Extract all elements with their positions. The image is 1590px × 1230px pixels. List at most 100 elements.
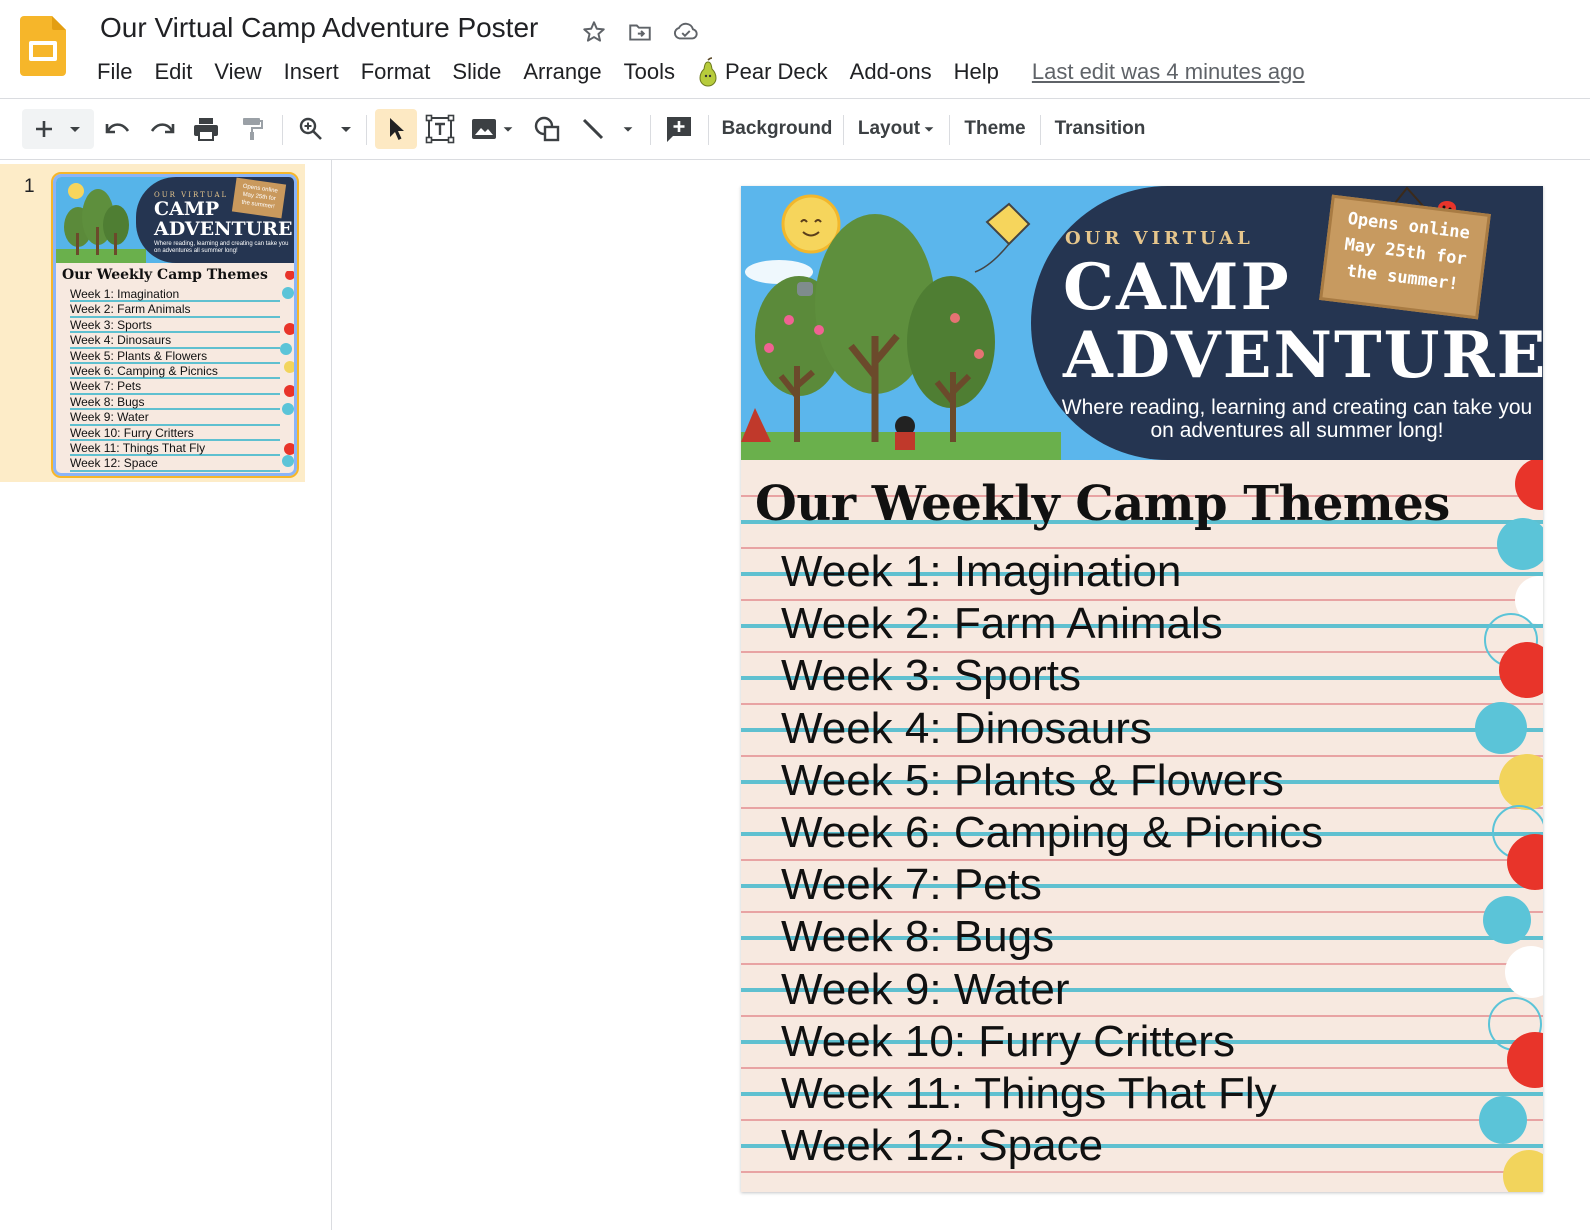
banner-title-small: OUR VIRTUAL xyxy=(1065,228,1254,249)
toolbar-separator xyxy=(1040,115,1041,145)
redo-icon xyxy=(150,123,175,134)
thumb-week-item: Week 7: Pets xyxy=(70,379,280,395)
week-item: Week 9: Water xyxy=(781,964,1070,1014)
zoom-icon xyxy=(299,117,322,140)
menu-file[interactable]: File xyxy=(86,59,143,85)
toolbar-separator xyxy=(843,115,844,145)
thumb-week-list: Week 1: Imagination Week 2: Farm Animals… xyxy=(70,287,280,472)
shape-button[interactable] xyxy=(528,109,566,149)
menu-edit[interactable]: Edit xyxy=(143,59,203,85)
plus-icon xyxy=(36,121,52,137)
week-item: Week 7: Pets xyxy=(781,860,1042,910)
week-item: Week 4: Dinosaurs xyxy=(781,703,1152,753)
menu-format[interactable]: Format xyxy=(350,59,442,85)
opens-online-sign: Opens online May 25th for the summer! xyxy=(1319,194,1491,320)
camp-trees-illustration xyxy=(741,194,1061,460)
slide[interactable]: OUR VIRTUAL CAMP ADVENTURE Where reading… xyxy=(741,186,1543,1192)
theme-button[interactable]: Theme xyxy=(958,109,1032,149)
select-tool-button[interactable] xyxy=(375,109,417,149)
menu-pear-deck[interactable]: Pear Deck xyxy=(686,57,839,87)
line-button[interactable] xyxy=(574,109,640,149)
menu-slide[interactable]: Slide xyxy=(441,59,512,85)
layout-button[interactable]: Layout xyxy=(854,109,940,149)
week-item: Week 5: Plants & Flowers xyxy=(781,755,1284,805)
star-icon[interactable] xyxy=(578,16,610,48)
cursor-icon xyxy=(390,118,404,140)
slides-logo-icon[interactable] xyxy=(20,16,66,76)
thumb-heading: Our Weekly Camp Themes xyxy=(62,267,268,283)
paint-format-button[interactable] xyxy=(234,109,270,149)
week-item: Week 1: Imagination xyxy=(781,547,1182,596)
background-label: Background xyxy=(721,118,833,139)
week-item: Week 10: Furry Critters xyxy=(781,1016,1235,1066)
line-icon xyxy=(582,118,604,140)
title-icons xyxy=(578,16,702,48)
thumb-week-item: Week 4: Dinosaurs xyxy=(70,333,280,349)
menu-help[interactable]: Help xyxy=(943,59,1010,85)
week-item: Week 6: Camping & Picnics xyxy=(781,807,1324,857)
menu-add-ons[interactable]: Add-ons xyxy=(839,59,943,85)
move-folder-icon[interactable] xyxy=(624,16,656,48)
document-title[interactable]: Our Virtual Camp Adventure Poster xyxy=(100,12,538,44)
menu-insert[interactable]: Insert xyxy=(273,59,350,85)
thumb-week-item: Week 12: Space xyxy=(70,456,280,472)
thumb-title-line2: ADVENTURE xyxy=(154,218,293,240)
add-comment-icon xyxy=(667,117,691,142)
slides-app: Our Virtual Camp Adventure Poster File E… xyxy=(0,0,1590,1230)
banner: OUR VIRTUAL CAMP ADVENTURE Where reading… xyxy=(741,186,1543,460)
header: Our Virtual Camp Adventure Poster File E… xyxy=(0,0,1590,98)
add-comment-button[interactable] xyxy=(660,109,698,149)
new-slide-button[interactable] xyxy=(22,109,94,149)
chevron-down-icon xyxy=(341,127,351,132)
pear-icon xyxy=(699,57,717,87)
week-item: Week 11: Things That Fly xyxy=(781,1068,1277,1118)
menu-tools[interactable]: Tools xyxy=(613,59,686,85)
background-button[interactable]: Background xyxy=(720,109,834,149)
thumb-week-item: Week 11: Things That Fly xyxy=(70,441,280,457)
thumb-week-item: Week 3: Sports xyxy=(70,318,280,334)
toolbar-separator xyxy=(366,115,367,145)
thumb-dots-decoration xyxy=(280,271,294,467)
menu-arrange[interactable]: Arrange xyxy=(512,59,612,85)
theme-label: Theme xyxy=(964,118,1026,139)
week-item: Week 8: Bugs xyxy=(781,912,1055,962)
thumb-sign: Opens online May 25th for the summer! xyxy=(231,177,287,219)
banner-tagline: Where reading, learning and creating can… xyxy=(1061,396,1533,442)
undo-button[interactable] xyxy=(100,109,136,149)
redo-button[interactable] xyxy=(144,109,180,149)
toolbar-separator xyxy=(708,115,709,145)
chevron-down-icon xyxy=(503,127,513,132)
slide-thumbnail[interactable]: OUR VIRTUAL CAMP ADVENTURE Opens online … xyxy=(51,172,299,478)
chevron-down-icon xyxy=(70,127,80,132)
slide-thumbnail-selected[interactable]: 1 OUR VIRTUAL CAMP ADVENTURE Opens onlin… xyxy=(0,164,305,482)
week-list: Week 1: Imagination Week 2: Farm Animals… xyxy=(781,546,1323,1172)
filmstrip: 1 OUR VIRTUAL CAMP ADVENTURE Opens onlin… xyxy=(0,160,332,1230)
banner-title-line1: CAMP xyxy=(1063,250,1291,325)
last-edit-link[interactable]: Last edit was 4 minutes ago xyxy=(1032,59,1305,85)
menubar: File Edit View Insert Format Slide Arran… xyxy=(86,54,1305,90)
week-item: Week 2: Farm Animals xyxy=(781,599,1223,649)
thumb-week-item: Week 10: Furry Critters xyxy=(70,426,280,441)
thumb-week-item: Week 6: Camping & Picnics xyxy=(70,364,280,380)
slide-number: 1 xyxy=(24,176,35,197)
thumb-week-item: Week 2: Farm Animals xyxy=(70,302,280,318)
menu-view[interactable]: View xyxy=(203,59,272,85)
chevron-down-icon xyxy=(924,127,934,132)
thumb-tagline: Where reading, learning and creating can… xyxy=(154,241,289,254)
transition-label: Transition xyxy=(1054,118,1146,139)
print-icon xyxy=(194,118,218,141)
transition-button[interactable]: Transition xyxy=(1050,109,1150,149)
thumb-week-item: Week 8: Bugs xyxy=(70,395,280,411)
zoom-button[interactable] xyxy=(294,109,358,149)
insert-image-button[interactable] xyxy=(465,109,521,149)
shape-icon xyxy=(534,116,560,142)
print-button[interactable] xyxy=(188,109,224,149)
thumb-week-item: Week 9: Water xyxy=(70,410,280,426)
chevron-down-icon xyxy=(623,127,633,132)
cloud-saved-icon[interactable] xyxy=(670,16,702,48)
thumb-week-item: Week 5: Plants & Flowers xyxy=(70,349,280,364)
thumb-week-item: Week 1: Imagination xyxy=(70,287,280,303)
polka-dots-decoration xyxy=(1475,460,1543,1192)
menu-pear-deck-label: Pear Deck xyxy=(724,59,828,84)
text-box-button[interactable] xyxy=(421,109,459,149)
